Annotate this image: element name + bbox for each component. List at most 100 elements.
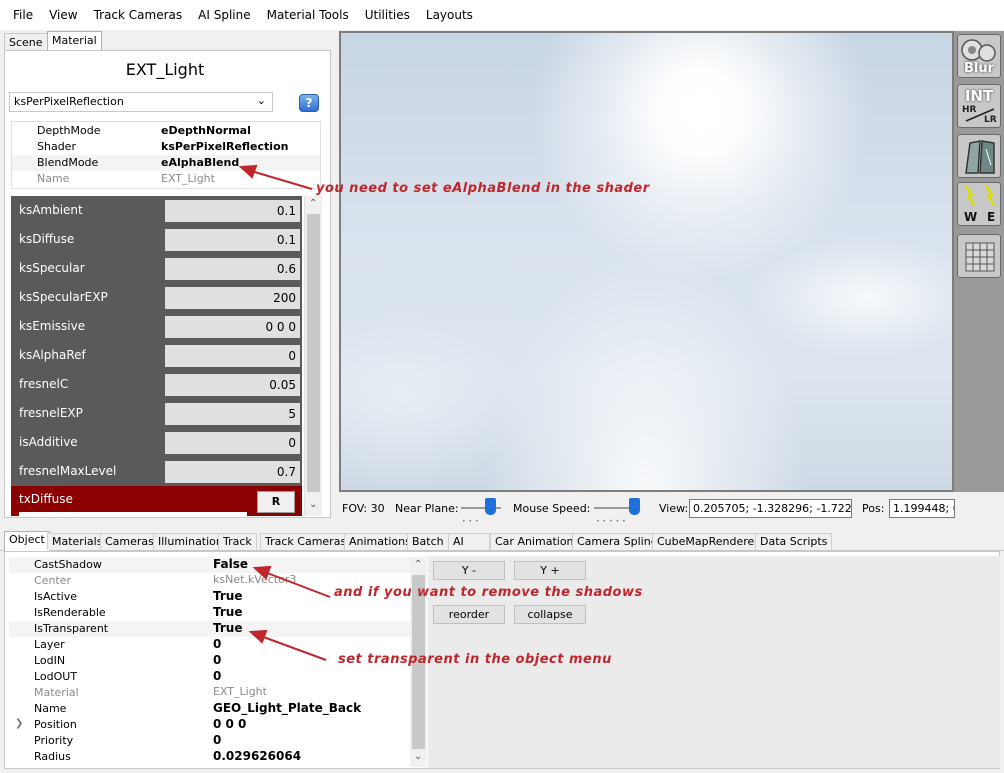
menu-utilities[interactable]: Utilities — [357, 8, 418, 22]
menu-layouts[interactable]: Layouts — [418, 8, 481, 22]
tab-cubemaprenderer[interactable]: CubeMapRenderer — [652, 533, 764, 550]
tab-material[interactable]: Material — [47, 31, 102, 51]
shader-dropdown[interactable]: ksPerPixelReflection ⌄ — [9, 92, 273, 112]
param-value-input[interactable]: 200 — [165, 287, 300, 309]
near-plane-ticks: ••• — [462, 518, 482, 525]
reorder-button[interactable]: reorder — [433, 605, 505, 624]
tab-data-scripts[interactable]: Data Scripts — [755, 533, 833, 550]
tab-scene[interactable]: Scene — [4, 33, 48, 51]
tab-cameras[interactable]: Cameras — [100, 533, 159, 550]
object-prop-key: Position — [34, 718, 77, 731]
prop-row-shader[interactable]: Shader ksPerPixelReflection — [12, 139, 320, 155]
near-plane-knob[interactable] — [485, 498, 496, 515]
param-value-input[interactable]: 0 0 0 — [165, 316, 300, 338]
object-row-layer[interactable]: Layer 0 — [9, 637, 410, 653]
param-label: ksDiffuse — [19, 232, 75, 246]
param-label: ksAmbient — [19, 203, 83, 217]
fov-readout: FOV: 30 — [342, 502, 385, 515]
object-row-radius[interactable]: Radius 0.029626064 — [9, 749, 410, 765]
y-plus-button[interactable]: Y + — [514, 561, 586, 580]
param-row: fresnelEXP 5 — [11, 399, 302, 428]
object-prop-key: Radius — [34, 750, 71, 763]
object-prop-value: 0.029626064 — [213, 749, 302, 763]
param-value-input[interactable]: 0.05 — [165, 374, 300, 396]
parameters-scrollbar[interactable]: ⌃ ⌄ — [304, 196, 322, 516]
grid-button[interactable] — [957, 234, 1001, 278]
object-row-name[interactable]: Name GEO_Light_Plate_Back — [9, 701, 410, 717]
scroll-down-icon[interactable]: ⌄ — [414, 751, 422, 762]
tab-animations[interactable]: Animations — [344, 533, 416, 550]
menu-ai-spline[interactable]: AI Spline — [190, 8, 258, 22]
tab-batch[interactable]: Batch — [407, 533, 449, 550]
scrollbar-thumb[interactable] — [307, 214, 320, 492]
object-row-lodout[interactable]: LodOUT 0 — [9, 669, 410, 685]
texture-reload-button[interactable]: R — [257, 491, 295, 513]
tab-object[interactable]: Object — [4, 531, 50, 551]
lightning-icon — [964, 185, 996, 206]
3d-viewport[interactable] — [339, 31, 954, 492]
int-hr-lr-button[interactable]: INT HR LR — [957, 84, 1001, 128]
help-button[interactable]: ? — [299, 94, 319, 112]
object-prop-value: True — [213, 621, 243, 635]
prop-value: eDepthNormal — [161, 124, 251, 137]
texture-path-field[interactable] — [19, 512, 247, 516]
param-value-input[interactable]: 0 — [165, 432, 300, 454]
param-value-input[interactable]: 0.7 — [165, 461, 300, 483]
view-vector-field[interactable]: 0.205705; -1.328296; -1.722540 — [689, 499, 852, 518]
prop-row-blendmode[interactable]: BlendMode eAlphaBlend — [12, 155, 320, 171]
glass-button[interactable] — [957, 134, 1001, 178]
param-label: ksSpecular — [19, 261, 85, 275]
texture-label: txDiffuse — [19, 492, 73, 506]
mouse-speed-slider[interactable] — [594, 507, 634, 509]
tab-camera-spline[interactable]: Camera Spline — [572, 533, 663, 550]
param-label: ksEmissive — [19, 319, 86, 333]
object-prop-key: Priority — [34, 734, 74, 747]
expand-chevron-icon[interactable]: ❯ — [15, 718, 23, 729]
prop-row-name[interactable]: Name EXT_Light — [12, 171, 320, 187]
grid-icon — [965, 242, 995, 272]
param-row: ksSpecular 0.6 — [11, 254, 302, 283]
param-value-input[interactable]: 0.1 — [165, 229, 300, 251]
prop-value: EXT_Light — [161, 172, 215, 185]
mouse-speed-knob[interactable] — [629, 498, 640, 515]
param-value-input[interactable]: 5 — [165, 403, 300, 425]
tab-track-cameras[interactable]: Track Cameras — [260, 533, 352, 550]
collapse-button[interactable]: collapse — [514, 605, 586, 624]
param-row: fresnelC 0.05 — [11, 370, 302, 399]
pos-vector-field[interactable]: 1.199448; 0.4 — [889, 499, 955, 518]
object-prop-value: GEO_Light_Plate_Back — [213, 701, 362, 715]
param-value-input[interactable]: 0 — [165, 345, 300, 367]
y-minus-button[interactable]: Y - — [433, 561, 505, 580]
object-row-material[interactable]: Material EXT_Light — [9, 685, 410, 701]
tab-track[interactable]: Track — [218, 533, 257, 550]
object-prop-key: IsRenderable — [34, 606, 106, 619]
scroll-down-icon[interactable]: ⌄ — [309, 499, 317, 510]
object-row-isrenderable[interactable]: IsRenderable True — [9, 605, 410, 621]
blur-button[interactable]: Blur — [957, 34, 1001, 78]
menu-material-tools[interactable]: Material Tools — [259, 8, 357, 22]
scroll-up-icon[interactable]: ⌃ — [309, 198, 317, 209]
object-row-position[interactable]: ❯ Position 0 0 0 — [9, 717, 410, 733]
windshield-icon — [965, 140, 995, 174]
tab-illumination[interactable]: Illumination — [153, 533, 228, 550]
we-lights-button[interactable]: W E — [957, 182, 1001, 226]
prop-key: Shader — [37, 140, 76, 153]
menu-track-cameras[interactable]: Track Cameras — [86, 8, 191, 22]
shader-dropdown-value: ksPerPixelReflection — [14, 95, 124, 108]
param-row: ksSpecularEXP 200 — [11, 283, 302, 312]
texture-row: txDiffuse R — [11, 486, 302, 516]
chevron-down-icon: ⌄ — [256, 94, 266, 107]
param-value-input[interactable]: 0.1 — [165, 200, 300, 222]
tab-materials[interactable]: Materials — [47, 533, 108, 550]
object-row-priority[interactable]: Priority 0 — [9, 733, 410, 749]
menu-view[interactable]: View — [41, 8, 85, 22]
object-row-istransparent[interactable]: IsTransparent True — [9, 621, 410, 637]
scroll-up-icon[interactable]: ⌃ — [414, 559, 422, 570]
menu-file[interactable]: File — [5, 8, 41, 22]
prop-row-depthmode[interactable]: DepthMode eDepthNormal — [12, 123, 320, 139]
param-label: isAdditive — [19, 435, 78, 449]
object-row-castshadow[interactable]: CastShadow False — [9, 557, 410, 573]
tab-ai[interactable]: AI — [448, 533, 490, 550]
param-value-input[interactable]: 0.6 — [165, 258, 300, 280]
tab-car-animations[interactable]: Car Animations — [490, 533, 585, 550]
